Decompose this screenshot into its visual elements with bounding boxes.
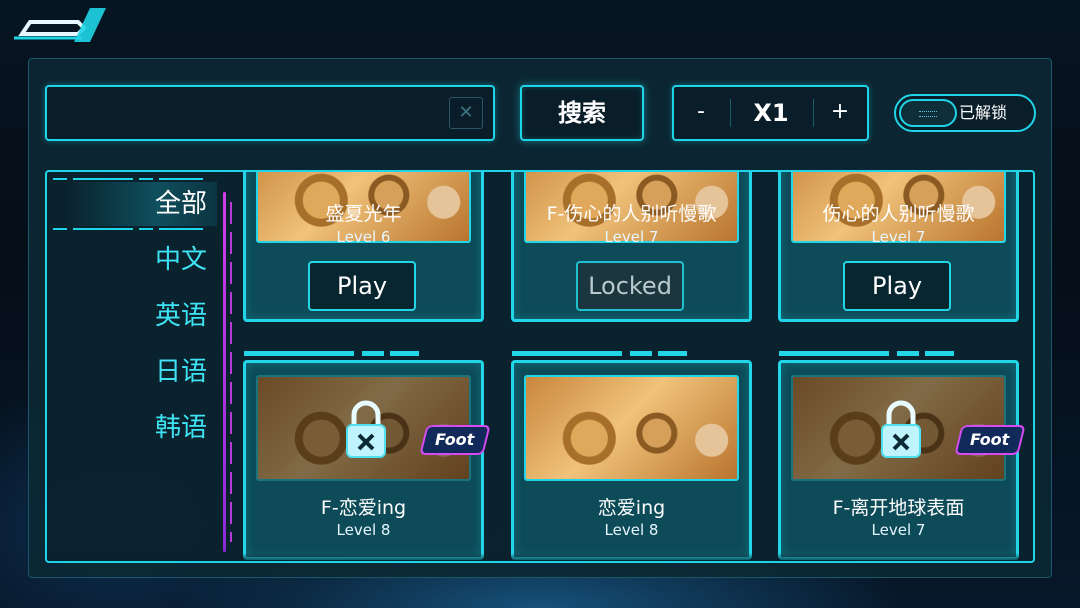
song-level: Level 7	[871, 521, 926, 539]
song-card[interactable]: Foot F-离开地球表面 Level 7	[778, 351, 1026, 560]
speed-increase-button[interactable]: +	[813, 87, 867, 139]
song-title: F-离开地球表面	[832, 497, 965, 519]
play-button[interactable]: Play	[308, 261, 416, 311]
play-button[interactable]: Play	[843, 261, 951, 311]
sidebar-divider	[223, 192, 226, 552]
song-title: F-恋爱ing	[320, 497, 407, 519]
category-korean[interactable]: 韩语	[67, 406, 217, 450]
speed-stepper: - X1 +	[672, 85, 869, 141]
category-sidebar: 全部 中文 英语 日语 韩语	[47, 172, 237, 561]
search-button[interactable]: 搜索	[520, 85, 644, 141]
category-japanese[interactable]: 日语	[67, 350, 217, 394]
song-level: Level 6	[336, 228, 391, 246]
card-deco-stripe	[512, 351, 687, 356]
back-button[interactable]	[8, 2, 110, 46]
search-input[interactable]	[57, 95, 447, 131]
song-title: 盛夏光年	[325, 203, 402, 225]
lock-icon	[881, 400, 921, 458]
clear-search-button[interactable]: ✕	[449, 97, 483, 129]
active-category-deco	[53, 228, 203, 230]
song-card[interactable]: 盛夏光年 Level 6 Play	[243, 172, 484, 322]
song-level: Level 8	[336, 521, 391, 539]
song-grid: 盛夏光年 Level 6 Play F-伤心的人别听慢歌 Level 7 Loc…	[243, 172, 1033, 561]
category-english[interactable]: 英语	[67, 294, 217, 338]
speed-decrease-button[interactable]: -	[674, 87, 728, 139]
song-level: Level 7	[604, 228, 659, 246]
song-title: 恋爱ing	[597, 497, 666, 519]
song-card[interactable]: 恋爱ing Level 8	[511, 351, 752, 560]
toggle-label: 已解锁	[959, 103, 1008, 122]
search-box: ✕	[45, 85, 495, 141]
lock-icon	[346, 400, 386, 458]
song-cover-image	[524, 375, 739, 481]
card-deco-stripe	[244, 351, 419, 356]
song-title: F-伤心的人别听慢歌	[546, 203, 717, 225]
active-category-deco	[53, 178, 203, 180]
song-list-frame: 全部 中文 英语 日语 韩语 盛夏光年 Level 6 Play F-伤心的人别…	[45, 170, 1035, 563]
toggle-knob	[899, 99, 957, 127]
category-all[interactable]: 全部	[67, 182, 217, 226]
song-title: 伤心的人别听慢歌	[822, 203, 975, 225]
song-card[interactable]: 伤心的人别听慢歌 Level 7 Play	[778, 172, 1019, 322]
song-level: Level 7	[871, 228, 926, 246]
foot-mode-badge: Foot	[419, 425, 491, 455]
scroll-fade	[47, 553, 1033, 561]
locked-button[interactable]: Locked	[576, 261, 684, 311]
sidebar-divider-dashed	[230, 202, 232, 542]
song-level: Level 8	[604, 521, 659, 539]
song-card[interactable]: Foot F-恋爱ing Level 8	[243, 351, 491, 560]
grip-icon	[919, 111, 937, 117]
card-deco-stripe	[779, 351, 954, 356]
song-card[interactable]: F-伤心的人别听慢歌 Level 7 Locked	[511, 172, 752, 322]
back-arrow-icon	[14, 8, 106, 42]
category-chinese[interactable]: 中文	[67, 238, 217, 282]
speed-value: X1	[753, 99, 789, 127]
close-icon: ✕	[458, 102, 474, 123]
foot-mode-badge: Foot	[954, 425, 1026, 455]
unlocked-filter-toggle[interactable]: 已解锁	[894, 94, 1036, 132]
